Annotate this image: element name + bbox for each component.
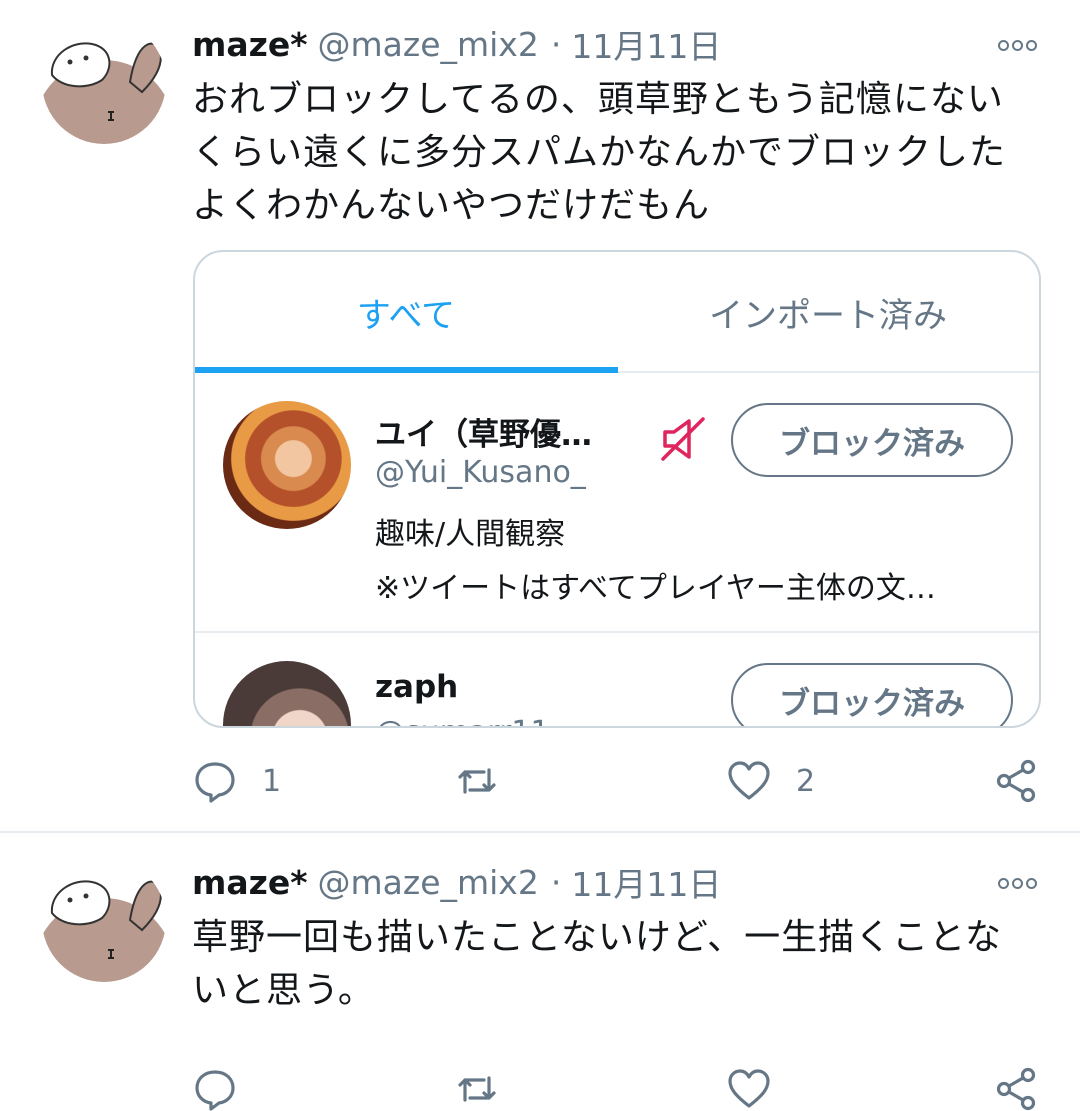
- user-handle: @sumarr11: [375, 715, 550, 726]
- tweet-date[interactable]: 11月11日: [571, 858, 721, 906]
- tweet[interactable]: maze* @maze_mix2 · 11月11日 おれブロックしてるの、頭草野…: [0, 0, 1080, 832]
- tweet-actions: 1 2: [192, 756, 1042, 806]
- user-avatar[interactable]: [223, 661, 351, 726]
- tweet-text-line: いと思う。: [192, 970, 375, 1011]
- retweet-icon: [458, 1076, 496, 1102]
- card-tabs: すべて インポート済み: [195, 252, 1039, 373]
- share-icon: [996, 1067, 1036, 1111]
- blocked-button[interactable]: ブロック済み: [731, 403, 1013, 477]
- user-handle[interactable]: @maze_mix2: [318, 25, 539, 64]
- reply-icon: [195, 1070, 235, 1111]
- like-button[interactable]: [726, 1064, 772, 1111]
- tab-imported[interactable]: インポート済み: [617, 252, 1039, 373]
- tweet-text-line: よくわかんないやつだけだもん: [192, 185, 711, 226]
- share-icon: [996, 759, 1036, 803]
- tweet-text: 草野一回も描いたことないけど、一生描くことな いと思う。: [192, 911, 1052, 1017]
- retweet-icon: [458, 768, 496, 794]
- tweet-actions: [192, 1064, 1042, 1111]
- user-list-item[interactable]: ユイ（草野優… @Yui_Kusano_ 趣味/人間観察 ※ツイートはすべてプレ…: [195, 373, 1039, 633]
- tweet-text: おれブロックしてるの、頭草野ともう記憶にない くらい遠くに多分スパムかなんかでブ…: [192, 73, 1052, 232]
- avatar-illustration: [42, 20, 166, 144]
- share-button[interactable]: [994, 1064, 1040, 1111]
- user-list-item[interactable]: zaph @sumarr11 ブロック済み: [195, 635, 1039, 726]
- tweet-header: maze* @maze_mix2 · 11月11日: [192, 858, 721, 906]
- separator: ·: [550, 862, 562, 902]
- retweet-button[interactable]: [454, 1064, 500, 1111]
- tab-all[interactable]: すべて: [195, 252, 617, 373]
- tweet-text-line: おれブロックしてるの、頭草野ともう記憶にない: [192, 79, 1004, 120]
- avatar-illustration: [42, 858, 166, 982]
- blocked-button[interactable]: ブロック済み: [731, 663, 1013, 726]
- tweet-date[interactable]: 11月11日: [571, 20, 721, 68]
- reply-button[interactable]: [192, 1064, 238, 1111]
- retweet-button[interactable]: [454, 756, 524, 806]
- blocked-accounts-card: すべて インポート済み ユイ（草野優… @Yui_Kusano_ 趣味/人間観察…: [193, 250, 1041, 728]
- reply-icon: [195, 762, 235, 803]
- share-button[interactable]: [994, 756, 1040, 806]
- avatar[interactable]: [42, 20, 166, 144]
- user-avatar[interactable]: [223, 401, 351, 529]
- mute-icon[interactable]: [657, 413, 709, 465]
- user-name: ユイ（草野優…: [375, 417, 592, 453]
- like-icon: [728, 1069, 770, 1108]
- more-icon[interactable]: [998, 35, 1040, 55]
- more-icon[interactable]: [998, 873, 1040, 893]
- display-name[interactable]: maze*: [192, 863, 308, 902]
- tweet[interactable]: maze* @maze_mix2 · 11月11日 草野一回も描いたことないけど…: [0, 833, 1080, 1111]
- user-bio: 趣味/人間観察: [375, 517, 566, 552]
- user-name: zaph: [375, 669, 459, 705]
- reply-button[interactable]: 1: [192, 756, 281, 806]
- tweet-text-line: くらい遠くに多分スパムかなんかでブロックした: [192, 132, 1007, 173]
- user-handle: @Yui_Kusano_: [375, 455, 586, 490]
- tweet-header: maze* @maze_mix2 · 11月11日: [192, 20, 721, 68]
- display-name[interactable]: maze*: [192, 25, 308, 64]
- avatar[interactable]: [42, 858, 166, 982]
- user-bio: ※ツイートはすべてプレイヤー主体の文…: [375, 571, 936, 606]
- reply-count: 1: [262, 763, 282, 799]
- like-icon: [728, 761, 770, 800]
- user-handle[interactable]: @maze_mix2: [318, 863, 539, 902]
- separator: ·: [550, 24, 562, 64]
- like-button[interactable]: 2: [726, 756, 815, 806]
- like-count: 2: [796, 763, 816, 799]
- tweet-text-line: 草野一回も描いたことないけど、一生描くことな: [192, 917, 1003, 958]
